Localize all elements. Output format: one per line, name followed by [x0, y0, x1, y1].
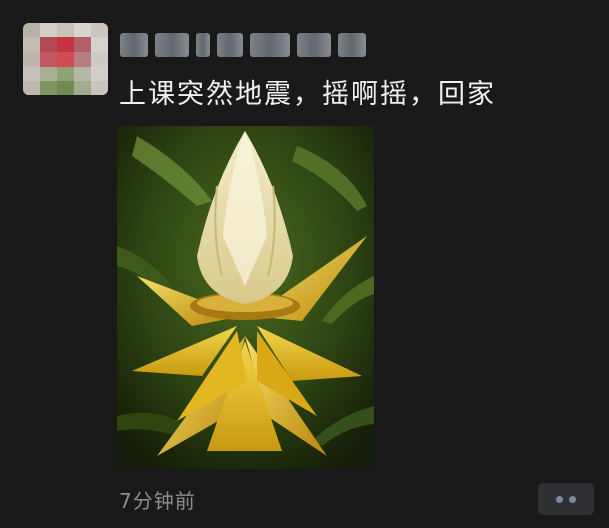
banana-flower-image — [117, 126, 374, 469]
more-options-button[interactable] — [538, 483, 594, 515]
author-name-redacted[interactable] — [120, 33, 366, 59]
post-text: 上课突然地震，摇啊摇，回家 — [119, 79, 496, 110]
moments-post: 上课突然地震，摇啊摇，回家 7分钟前 — [0, 0, 609, 528]
post-image[interactable] — [117, 126, 374, 469]
post-timestamp: 7分钟前 — [119, 489, 196, 513]
more-options-icon-dot — [569, 495, 576, 503]
more-options-icon — [556, 495, 563, 503]
avatar[interactable] — [23, 23, 108, 95]
